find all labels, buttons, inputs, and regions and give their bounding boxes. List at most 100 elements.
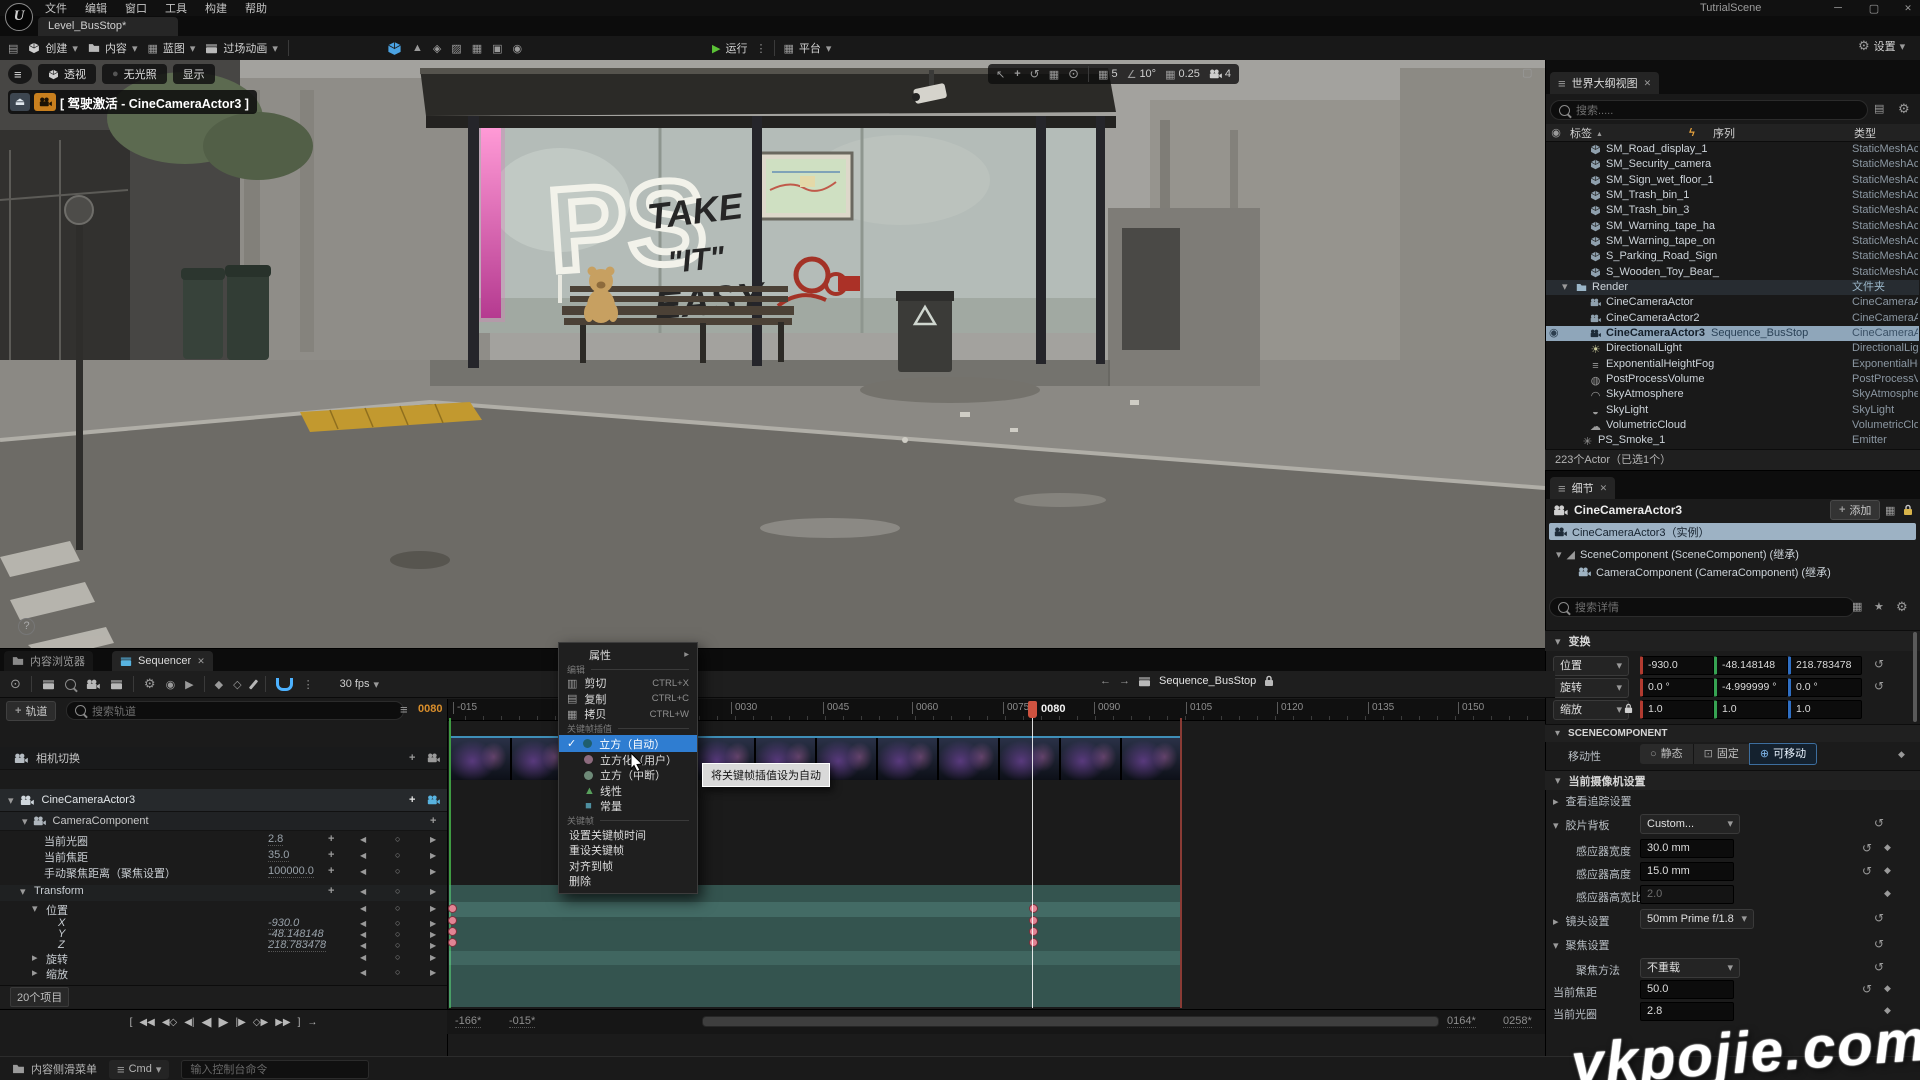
add-key-icon[interactable] [1884, 982, 1891, 994]
track-location-x[interactable]: X-930.0 [0, 917, 447, 928]
track-current-aperture[interactable]: 当前光圈2.8 [0, 833, 447, 849]
lock-icon[interactable] [1264, 675, 1274, 687]
close-icon[interactable] [1644, 77, 1652, 89]
fps-dropdown[interactable]: 30 fps [340, 678, 380, 691]
brush-mode-icon[interactable]: ▨ [451, 42, 461, 55]
details-scrollbar[interactable] [1913, 632, 1917, 722]
collapse-icon[interactable] [1553, 939, 1559, 952]
table-row[interactable]: ✳PS_Smoke_1Emitter [1546, 433, 1919, 448]
sensor-height-field[interactable]: 15.0 mm [1640, 862, 1734, 881]
reset-icon[interactable] [1862, 982, 1872, 996]
run-button[interactable]: 运行 [712, 40, 747, 56]
add-key-icon[interactable] [1884, 887, 1891, 899]
rotation-x-field[interactable]: 0.0 ° [1640, 678, 1714, 697]
next-key-icon[interactable] [430, 849, 436, 861]
menu-window[interactable]: 窗口 [116, 0, 156, 16]
create-button[interactable]: 创建 [28, 40, 78, 56]
mobility-key-icon[interactable] [1898, 748, 1905, 760]
menu-item-constant[interactable]: 常量 [559, 799, 697, 815]
reset-rotation-icon[interactable] [1874, 679, 1884, 693]
mobility-static[interactable]: ○静态 [1640, 744, 1693, 764]
next-key-icon[interactable] [430, 865, 436, 877]
mobility-stationary[interactable]: ⊡固定 [1693, 744, 1749, 764]
step-forward-button[interactable]: |▶ [236, 1017, 246, 1028]
collapse-icon[interactable] [32, 902, 38, 915]
location-y-field[interactable]: -48.148148 [1714, 656, 1788, 675]
scale-y-field[interactable]: 1.0 [1714, 700, 1788, 719]
add-track-icon[interactable] [430, 815, 436, 827]
reset-location-icon[interactable] [1874, 657, 1884, 671]
table-row[interactable]: SM_Security_cameraStaticMeshActor [1546, 157, 1919, 172]
track-location-y[interactable]: Y-48.148148 [0, 928, 447, 939]
add-key-icon[interactable] [328, 849, 334, 861]
show-dropdown[interactable]: 显示 [173, 64, 215, 84]
details-search-input[interactable]: 搜索详情 [1549, 597, 1855, 617]
menu-help[interactable]: 帮助 [236, 0, 276, 16]
range-start-value[interactable]: -166* [455, 1015, 481, 1028]
playhead-marker[interactable] [1028, 701, 1037, 718]
next-key-icon[interactable] [430, 833, 436, 845]
keyframe[interactable] [448, 916, 457, 925]
section-transform[interactable]: 变换 [1545, 630, 1920, 651]
view-mode-dropdown[interactable]: 无光照 [102, 64, 167, 84]
menu-item-linear[interactable]: 线性 [559, 783, 697, 799]
add-key-icon[interactable] [1884, 841, 1891, 853]
tab-world-outliner[interactable]: 世界大纲视图 [1550, 72, 1659, 94]
loop-button[interactable]: → [307, 1017, 317, 1028]
key-icon[interactable] [395, 902, 400, 914]
mesh-paint-mode-icon[interactable]: ▦ [472, 42, 482, 55]
menu-build[interactable]: 构建 [196, 0, 236, 16]
favorites-icon[interactable] [1874, 600, 1884, 613]
key-icon[interactable] [395, 865, 400, 877]
content-button[interactable]: 内容 [88, 40, 138, 56]
rotation-y-field[interactable]: -4.999999 ° [1714, 678, 1788, 697]
add-key-icon[interactable] [328, 865, 334, 877]
next-key-icon[interactable] [430, 902, 436, 914]
close-button[interactable] [1900, 2, 1916, 14]
track-manual-focus[interactable]: 手动聚焦距离（聚焦设置）100000.0 [0, 865, 447, 881]
section-current-camera[interactable]: 当前摄像机设置 [1545, 770, 1920, 790]
world-space-icon[interactable] [1068, 66, 1079, 82]
add-track-icon[interactable] [409, 794, 415, 806]
settings-button[interactable]: 设置 [1858, 38, 1905, 54]
prev-key-icon[interactable] [360, 885, 366, 897]
menu-item-copy[interactable]: 复制CTRL+C [559, 691, 697, 707]
current-aperture-field[interactable]: 2.8 [1640, 1002, 1734, 1021]
keyframe-options-icon[interactable] [215, 678, 223, 691]
table-row[interactable]: ◒SkyLightSkyLight [1546, 403, 1919, 418]
menu-item-delete[interactable]: 删除 [559, 874, 697, 890]
focus-method-dropdown[interactable]: 不重载 [1640, 958, 1740, 978]
tab-details[interactable]: 细节 [1550, 477, 1615, 499]
breadcrumb[interactable]: Sequence_BusStop [1159, 675, 1256, 687]
keyframe[interactable] [1029, 938, 1038, 947]
viewport-help-icon[interactable] [18, 618, 35, 635]
tab-content-browser[interactable]: 内容浏览器 [4, 651, 93, 671]
visibility-column-icon[interactable] [1546, 126, 1566, 139]
collapse-icon[interactable] [1553, 819, 1559, 832]
keyframe[interactable] [1029, 904, 1038, 913]
playhead-line[interactable] [1032, 718, 1033, 1008]
location-x-field[interactable]: -930.0 [1640, 656, 1714, 675]
view-options-icon[interactable] [166, 678, 176, 691]
visibility-eye-icon[interactable] [1549, 326, 1559, 341]
collapse-icon[interactable] [22, 815, 28, 828]
scale-z-field[interactable]: 1.0 [1788, 700, 1862, 719]
table-row[interactable]: ◠SkyAtmosphereSkyAtmosphere [1546, 387, 1919, 402]
track-search-input[interactable]: 搜索轨道 [66, 701, 404, 720]
viewport-maximize-icon[interactable] [1522, 66, 1532, 79]
select-mode-icon[interactable] [387, 41, 402, 56]
scale-snap-button[interactable]: 0.25 [1165, 68, 1200, 81]
menu-item-properties[interactable]: 属性 [559, 647, 697, 663]
outliner-search-input[interactable]: 搜索..... [1550, 100, 1868, 120]
camera-component-row[interactable]: CameraComponent (CameraComponent) (继承) [1578, 564, 1831, 580]
menu-item-cubic-user[interactable]: 立方化（用户） [559, 752, 697, 768]
outliner-settings-icon[interactable] [1898, 101, 1910, 117]
add-track-button[interactable]: 轨道 [6, 701, 56, 721]
prev-key-button[interactable]: ◀◇ [162, 1017, 177, 1028]
scale-dropdown[interactable]: 缩放 [1553, 700, 1629, 720]
scale-tool-icon[interactable] [1049, 68, 1059, 81]
save-icon[interactable] [8, 42, 18, 55]
table-row-folder[interactable]: Render文件夹 [1546, 280, 1919, 295]
mobility-movable[interactable]: ⊕可移动 [1749, 743, 1817, 765]
next-key-button[interactable]: ◇▶ [253, 1017, 268, 1028]
